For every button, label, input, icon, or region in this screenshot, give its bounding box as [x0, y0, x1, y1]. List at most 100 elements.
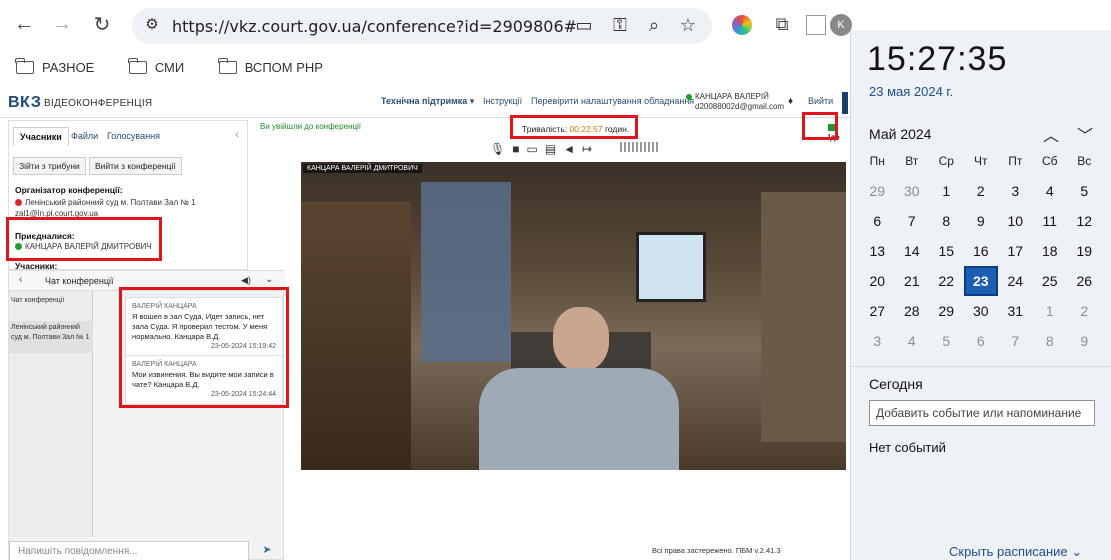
- calendar-day[interactable]: 1: [929, 176, 964, 206]
- camera-icon[interactable]: ▭: [572, 15, 596, 36]
- bookmark-folder[interactable]: СМИ: [128, 52, 184, 82]
- mic-icon[interactable]: 🎙: [490, 142, 512, 156]
- tab-participants[interactable]: Учасники: [13, 127, 69, 146]
- calendar-day[interactable]: 15: [929, 236, 964, 266]
- extension-icon[interactable]: [732, 15, 752, 35]
- calendar-day[interactable]: 27: [860, 296, 895, 326]
- video-participant-label: КАНЦАРА ВАЛЕРІЙ ДМИТРОВИЧ: [303, 164, 422, 173]
- calendar-day[interactable]: 8: [1033, 326, 1068, 356]
- reload-icon[interactable]: ↻: [88, 10, 116, 38]
- add-event-input[interactable]: Добавить событие или напоминание: [869, 400, 1095, 426]
- calendar-day[interactable]: 30: [895, 176, 930, 206]
- zoom-icon[interactable]: ⌕: [642, 15, 666, 36]
- calendar-day[interactable]: 16: [964, 236, 999, 266]
- calendar-day[interactable]: 2: [1067, 296, 1102, 326]
- calendar-day[interactable]: 17: [998, 236, 1033, 266]
- leave-tribune-button[interactable]: Зійти з трибуни: [13, 157, 86, 175]
- calendar-day[interactable]: 24: [998, 266, 1033, 296]
- back-icon[interactable]: ←: [10, 10, 38, 38]
- calendar-flyout: 15:27:35 23 мая 2024 г. Май 2024 ︿ ﹀ Пн …: [850, 30, 1111, 560]
- calendar-day[interactable]: 22: [929, 266, 964, 296]
- calendar-day[interactable]: 25: [1033, 266, 1068, 296]
- window-icon[interactable]: [806, 15, 826, 35]
- calendar-day[interactable]: 29: [860, 176, 895, 206]
- announce-icon[interactable]: ◄: [563, 142, 582, 156]
- divider: [851, 366, 1111, 367]
- calendar-day[interactable]: 3: [998, 176, 1033, 206]
- calendar-day-today[interactable]: 23: [963, 266, 998, 296]
- star-icon[interactable]: ☆: [676, 15, 700, 36]
- chat-message-input[interactable]: Напишіть повідомлення...: [9, 541, 249, 560]
- folder-icon: [15, 57, 34, 74]
- video-feed[interactable]: КАНЦАРА ВАЛЕРІЙ ДМИТРОВИЧ: [301, 162, 846, 470]
- calendar-day[interactable]: 12: [1067, 206, 1102, 236]
- calendar-day[interactable]: 5: [929, 326, 964, 356]
- microphone-icon[interactable]: ♦: [788, 96, 793, 107]
- calendar-day[interactable]: 18: [1033, 236, 1068, 266]
- chat-list-item[interactable]: Ленінський районний суд м. Полтави Зал №…: [9, 321, 93, 353]
- calendar-day[interactable]: 4: [895, 326, 930, 356]
- calendar-month[interactable]: Май 2024: [869, 126, 931, 142]
- app-logo-subtitle: ВІДЕОКОНФЕРЕНЦІЯ: [44, 98, 153, 109]
- puzzle-icon[interactable]: ⧉: [768, 10, 796, 38]
- exit-link[interactable]: Вийти: [808, 96, 833, 106]
- calendar-day[interactable]: 21: [895, 266, 930, 296]
- calendar-day[interactable]: 26: [1067, 266, 1102, 296]
- tab-files[interactable]: Файли: [65, 127, 104, 145]
- calendar-day[interactable]: 14: [895, 236, 930, 266]
- no-events-text: Нет событий: [869, 440, 946, 455]
- calendar-day[interactable]: 13: [860, 236, 895, 266]
- screen-share-icon[interactable]: ▭: [526, 142, 544, 156]
- calendar-day[interactable]: 8: [929, 206, 964, 236]
- calendar-day[interactable]: 2: [964, 176, 999, 206]
- calendar-day[interactable]: 3: [860, 326, 895, 356]
- calendar-day[interactable]: 6: [964, 326, 999, 356]
- document-icon[interactable]: ▤: [545, 142, 563, 156]
- calendar-day[interactable]: 7: [895, 206, 930, 236]
- support-menu[interactable]: Технічна підтримка ▾: [381, 96, 474, 107]
- instructions-link[interactable]: Інструкції: [483, 96, 522, 106]
- chevron-down-icon[interactable]: ﹀: [1077, 122, 1093, 146]
- footer-copyright: Всі права застережено. ПБМ v.2.41.3: [652, 546, 781, 555]
- online-status-icon: [686, 93, 692, 100]
- collapse-panel-icon[interactable]: ‹: [235, 127, 239, 141]
- calendar-day[interactable]: 10: [998, 206, 1033, 236]
- bookmark-folder[interactable]: ВСПОМ РНР: [218, 52, 323, 82]
- folder-icon: [218, 57, 237, 74]
- calendar-day[interactable]: 29: [929, 296, 964, 326]
- profile-avatar[interactable]: K: [830, 14, 852, 36]
- camera-toggle-icon[interactable]: ■: [512, 142, 526, 156]
- chevron-up-icon[interactable]: ︿: [1043, 122, 1059, 146]
- calendar-day[interactable]: 9: [964, 206, 999, 236]
- tab-voting[interactable]: Голосування: [101, 127, 166, 145]
- calendar-day[interactable]: 19: [1067, 236, 1102, 266]
- calendar-day[interactable]: 6: [860, 206, 895, 236]
- chat-back-icon[interactable]: ‹: [19, 274, 22, 285]
- calendar-day[interactable]: 7: [998, 326, 1033, 356]
- calendar-day[interactable]: 20: [860, 266, 895, 296]
- hide-schedule-link[interactable]: Скрыть расписание ⌄: [949, 544, 1082, 560]
- calendar-day[interactable]: 28: [895, 296, 930, 326]
- bookmark-folder[interactable]: РАЗНОЕ: [15, 52, 94, 82]
- send-icon[interactable]: ➤: [253, 543, 281, 559]
- folder-icon: [128, 57, 147, 74]
- calendar-day[interactable]: 4: [1033, 176, 1068, 206]
- weekday-header: Пн: [869, 154, 885, 168]
- address-bar[interactable]: ⚙ https://vkz.court.gov.ua/conference?id…: [132, 8, 712, 44]
- sound-icon[interactable]: ◀): [241, 275, 251, 286]
- chevron-down-icon[interactable]: ⌄: [265, 274, 273, 285]
- key-icon[interactable]: ⚿: [608, 15, 632, 36]
- calendar-day[interactable]: 31: [998, 296, 1033, 326]
- clock-date[interactable]: 23 мая 2024 г.: [869, 84, 953, 99]
- calendar-day[interactable]: 30: [964, 296, 999, 326]
- site-settings-icon[interactable]: ⚙: [140, 15, 164, 33]
- leave-conference-button[interactable]: Вийти з конференції: [89, 157, 182, 175]
- calendar-day[interactable]: 11: [1033, 206, 1068, 236]
- check-settings-link[interactable]: Перевірити налаштування обладнання: [531, 96, 694, 106]
- exit-icon[interactable]: ↦: [582, 142, 599, 156]
- app-logo[interactable]: ВКЗ: [8, 94, 41, 112]
- calendar-day[interactable]: 9: [1067, 326, 1102, 356]
- forward-icon[interactable]: →: [48, 10, 76, 38]
- calendar-day[interactable]: 5: [1067, 176, 1102, 206]
- calendar-day[interactable]: 1: [1033, 296, 1068, 326]
